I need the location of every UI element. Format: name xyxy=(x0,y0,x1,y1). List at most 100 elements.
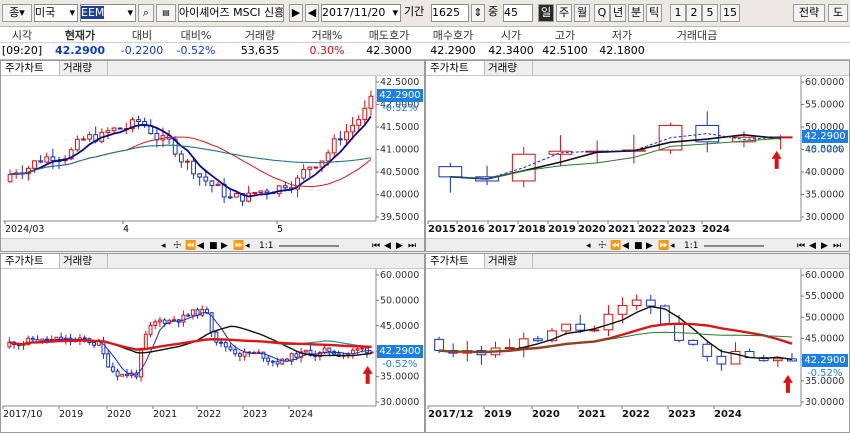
strategy-label: 전략 xyxy=(798,6,820,19)
signal-arrow-icon xyxy=(771,150,782,169)
candle-body xyxy=(322,347,327,353)
candle-body xyxy=(190,309,195,316)
next-page-icon[interactable]: ▶ xyxy=(821,239,828,251)
scroll-left-icon[interactable]: ◂ xyxy=(161,239,166,251)
prev-button[interactable]: ◀ xyxy=(305,4,319,22)
period-tab-10[interactable]: 15 xyxy=(720,4,740,22)
last-icon[interactable]: ⏭ xyxy=(833,239,841,251)
period-tab-9[interactable]: 5 xyxy=(702,4,718,22)
market-dropdown[interactable]: 미국 ▾ xyxy=(34,4,78,22)
candle-body xyxy=(331,138,337,154)
period-tab-6[interactable]: 틱 xyxy=(646,4,662,22)
y-tick-label: 30.0000 xyxy=(805,212,844,223)
period-tab-7[interactable]: 1 xyxy=(670,4,686,22)
zoom-in-icon[interactable]: ☩ xyxy=(173,239,181,251)
instrument-name: 아이셰어즈 MSCI 신흥 xyxy=(179,6,284,19)
change-pct-label: -0.52% xyxy=(382,358,418,370)
period-tab-5[interactable]: 분 xyxy=(628,4,644,22)
rewind-icon[interactable]: ⏪ xyxy=(185,239,196,251)
period-tab-8[interactable]: 2 xyxy=(686,4,702,22)
period-label: 기간 xyxy=(404,5,425,18)
candle-body xyxy=(266,357,271,362)
quote-header-8: 시가 xyxy=(500,29,522,42)
zoom-out-icon[interactable]: ◂ xyxy=(245,239,250,251)
candle-body xyxy=(258,190,264,194)
y-tick-label: 41.0000 xyxy=(380,145,419,156)
prev-icon: ◀ xyxy=(307,6,317,19)
zoom-out-icon[interactable]: ◂ xyxy=(670,239,675,251)
quote-value-5: 0.30% xyxy=(309,44,345,57)
quote-header-7: 매수호가 xyxy=(432,29,474,42)
quote-header-2: 대비 xyxy=(131,29,153,42)
back-icon[interactable]: ◀ xyxy=(622,239,629,251)
candle-body xyxy=(631,299,642,307)
candle-body xyxy=(368,95,374,109)
prev-page-icon[interactable]: ◀ xyxy=(384,239,391,251)
x-tick-label: 2021 xyxy=(608,224,636,235)
candle-body xyxy=(74,138,80,151)
strategy-button[interactable]: 전략 xyxy=(793,4,825,22)
instrument-name-field[interactable]: 아이셰어즈 MSCI 신흥 xyxy=(178,4,284,22)
x-tick-label: 2022 xyxy=(638,224,666,235)
forward-icon[interactable]: ▶ xyxy=(646,239,653,251)
last-icon[interactable]: ⏭ xyxy=(408,239,416,251)
candle-body xyxy=(233,192,239,198)
fastforward-icon[interactable]: ⏩ xyxy=(233,239,244,251)
first-icon[interactable]: ⏮ xyxy=(797,239,805,251)
symbol-value: EEM xyxy=(81,6,105,19)
price-chart-svg[interactable]: 60.000055.000050.000045.000040.000035.00… xyxy=(426,254,849,432)
candle-body xyxy=(233,349,238,355)
tool-button[interactable]: 도 xyxy=(828,4,848,22)
y-tick-label: 50.0000 xyxy=(805,312,844,323)
x-tick-label: 2019 xyxy=(484,409,512,420)
zoom-in-icon[interactable]: ☩ xyxy=(598,239,606,251)
exchange-dropdown[interactable]: 종▾ xyxy=(2,4,32,22)
zoom-slider[interactable] xyxy=(704,245,764,247)
info-button[interactable]: ▤ xyxy=(156,4,176,22)
y-tick-label: 55.0000 xyxy=(805,291,844,302)
first-icon[interactable]: ⏮ xyxy=(372,239,380,251)
back-icon[interactable]: ◀ xyxy=(197,239,204,251)
search-icon: ⌕ xyxy=(142,6,150,19)
candle-body xyxy=(275,360,280,365)
date-input[interactable]: 2017/11/20 ▾ xyxy=(321,4,401,22)
scroll-left-icon[interactable]: ◂ xyxy=(586,239,591,251)
x-tick-label: 2020 xyxy=(532,409,560,420)
spin-icon: ⇕ xyxy=(473,6,483,19)
symbol-input[interactable]: EEM ▾ xyxy=(80,4,136,22)
period-tab-3[interactable]: Q xyxy=(594,4,610,22)
play-button[interactable]: ▶ xyxy=(289,4,303,22)
candle-body xyxy=(157,319,162,323)
count-label: 중 xyxy=(488,5,499,18)
x-tick-label: 2024 xyxy=(289,409,313,420)
stop-icon[interactable]: ■ xyxy=(209,239,218,251)
stop-icon[interactable]: ■ xyxy=(634,239,643,251)
next-page-icon[interactable]: ▶ xyxy=(396,239,403,251)
y-tick-label: 60.0000 xyxy=(805,77,844,88)
prev-page-icon[interactable]: ◀ xyxy=(809,239,816,251)
y-tick-label: 60.0000 xyxy=(380,270,419,281)
candle-body xyxy=(561,323,571,332)
candle-body xyxy=(252,192,258,195)
period-tab-0[interactable]: 일 xyxy=(538,4,554,22)
x-tick-label: 2019 xyxy=(548,224,576,235)
price-chart-svg[interactable]: 60.000050.000045.000040.000035.000030.00… xyxy=(1,254,424,432)
forward-icon[interactable]: ▶ xyxy=(221,239,228,251)
search-button[interactable]: ⌕ xyxy=(138,4,154,22)
candle-body xyxy=(153,321,158,326)
quote-header-10: 저가 xyxy=(611,29,633,42)
period-input[interactable]: 1625 xyxy=(431,4,469,22)
period-tab-4[interactable]: 년 xyxy=(610,4,626,22)
quote-header-5: 거래% xyxy=(311,29,343,42)
period-tab-2[interactable]: 월 xyxy=(574,4,590,22)
candle-body xyxy=(270,360,275,363)
count-input[interactable]: 45 xyxy=(503,4,533,22)
price-chart-svg[interactable]: 60.000055.000050.000045.000040.000035.00… xyxy=(426,61,849,251)
zoom-slider[interactable] xyxy=(279,245,339,247)
price-chart-svg[interactable]: 42.500042.000041.500041.000040.500040.00… xyxy=(1,61,424,251)
y-tick-label: 45.0000 xyxy=(805,334,844,345)
fastforward-icon[interactable]: ⏩ xyxy=(658,239,669,251)
period-tab-1[interactable]: 주 xyxy=(556,4,572,22)
rewind-icon[interactable]: ⏪ xyxy=(610,239,621,251)
period-spin[interactable]: ⇕ xyxy=(471,4,485,22)
